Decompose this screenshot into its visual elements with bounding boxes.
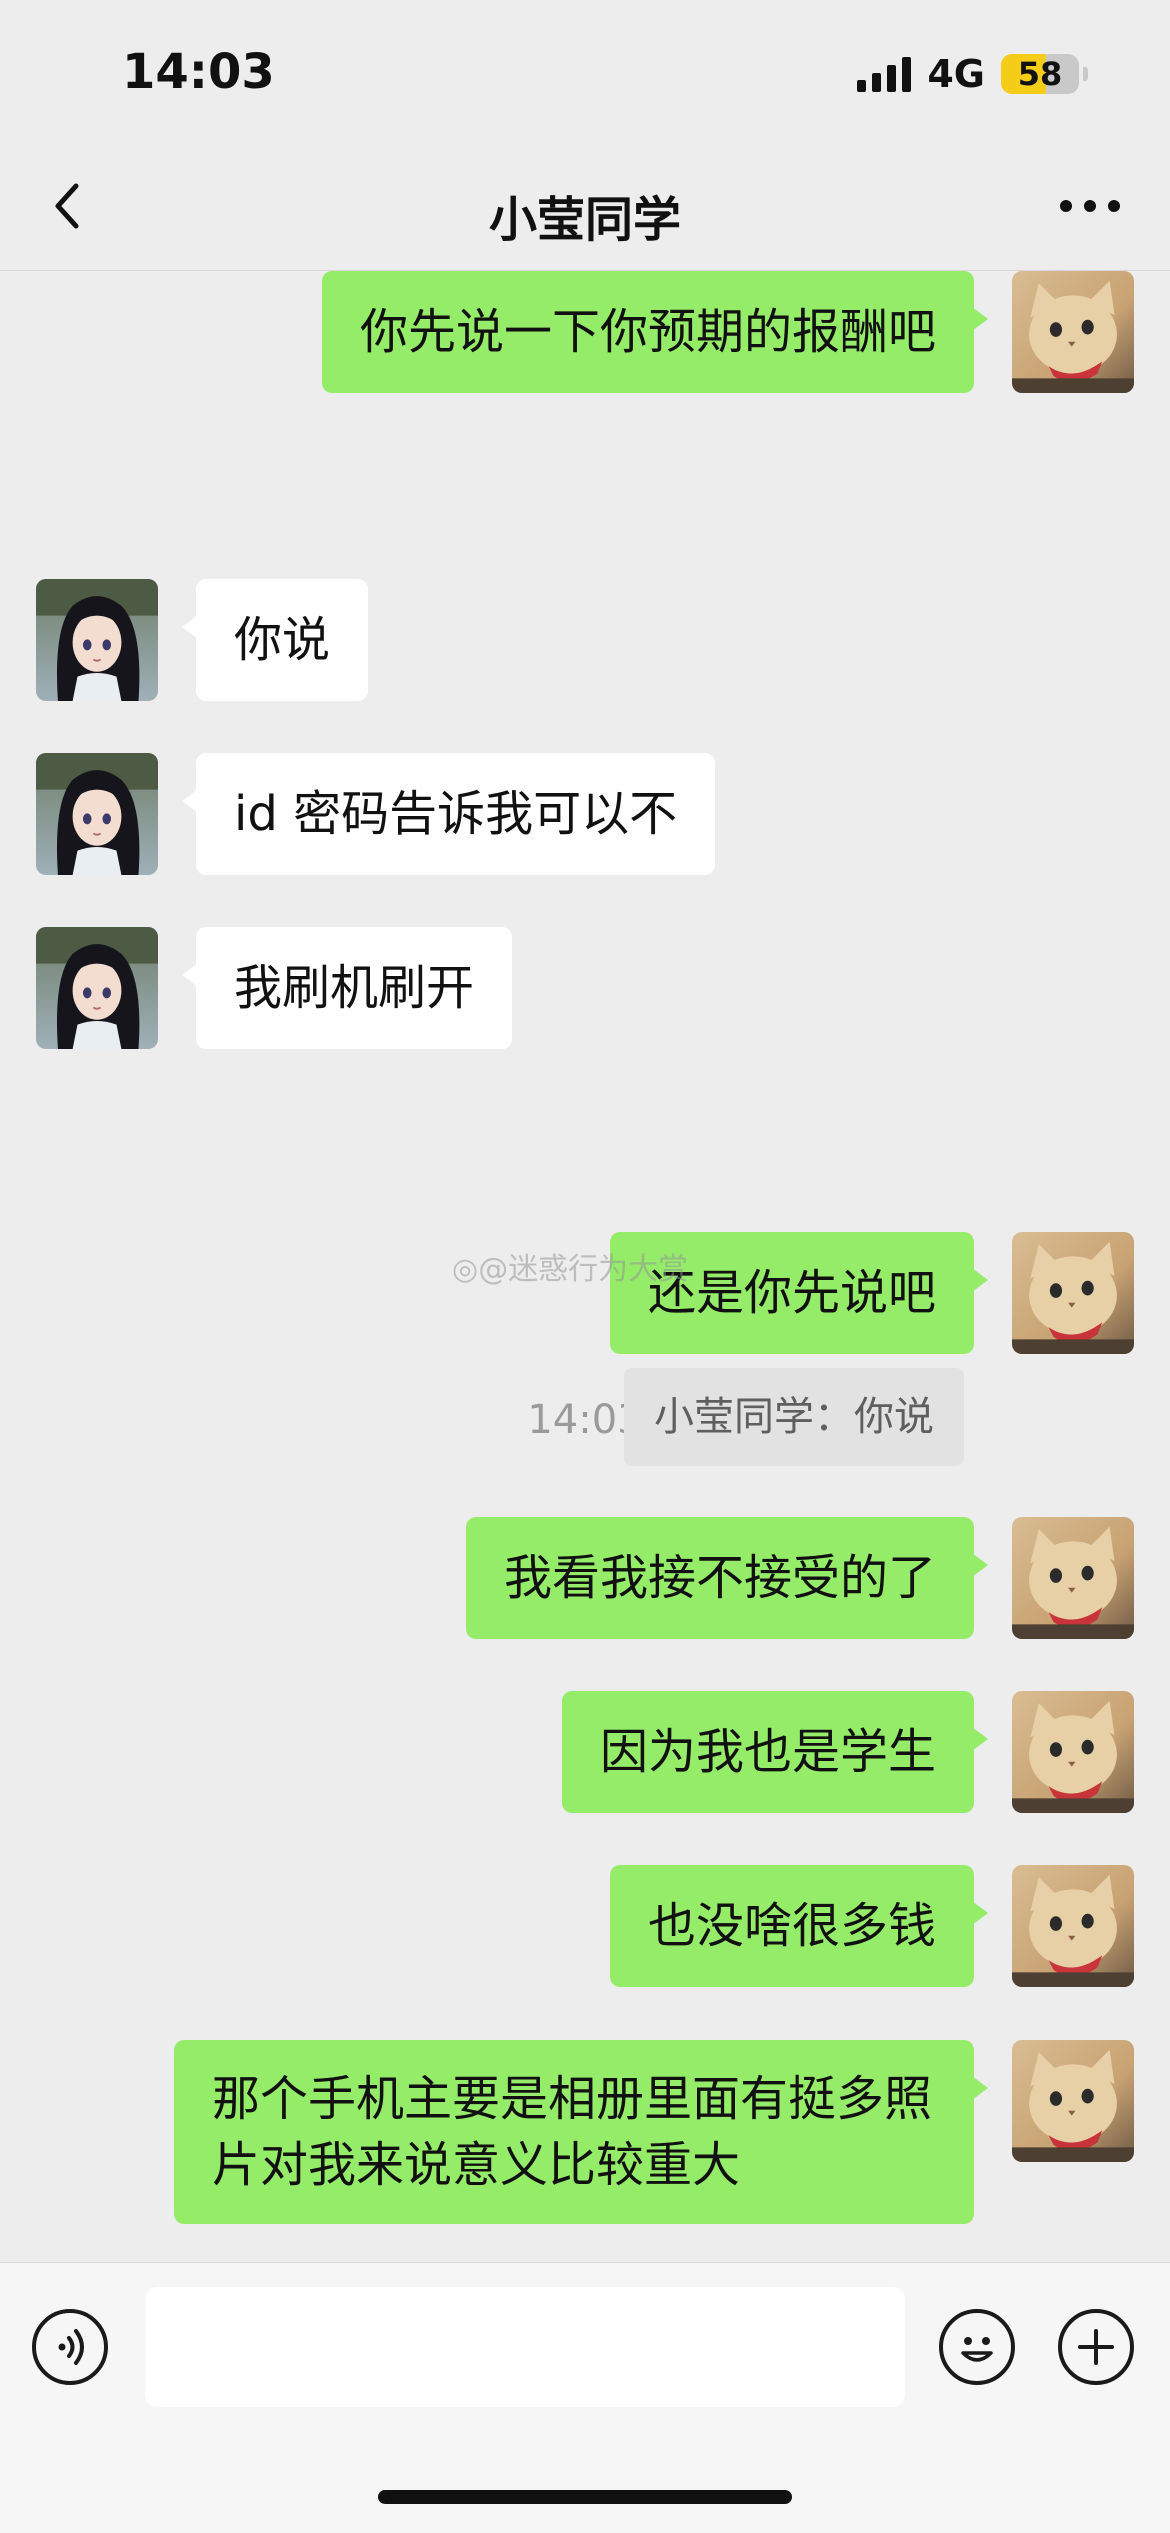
my-avatar[interactable] xyxy=(1012,1691,1134,1813)
contact-avatar[interactable] xyxy=(36,579,158,701)
emoji-button[interactable] xyxy=(939,2309,1015,2385)
message-bubble-received[interactable]: 你说 xyxy=(181,579,369,701)
voice-button[interactable] xyxy=(32,2309,108,2385)
quoted-message[interactable]: 小莹同学：你说 xyxy=(624,1368,964,1466)
status-indicators: 4G 58 xyxy=(857,52,1088,96)
battery-level: 58 xyxy=(1017,55,1063,93)
chat-title: 小莹同学 xyxy=(488,192,681,248)
plus-icon xyxy=(1078,2329,1114,2365)
more-dots-icon xyxy=(1060,200,1072,212)
message-bubble-sent[interactable]: 因为我也是学生 xyxy=(561,1691,989,1813)
voice-icon xyxy=(58,2329,84,2365)
signal-icon xyxy=(857,56,912,92)
contact-avatar[interactable] xyxy=(36,753,158,875)
message-input[interactable] xyxy=(145,2287,905,2407)
more-button[interactable] xyxy=(1060,196,1120,216)
my-avatar[interactable] xyxy=(1012,2040,1134,2162)
my-avatar[interactable] xyxy=(1012,1865,1134,1987)
nav-bar: 小莹同学 xyxy=(0,150,1170,271)
message-bubble-sent[interactable]: 那个手机主要是相册里面有挺多照片对我来说意义比较重大 xyxy=(174,2040,988,2224)
message-bubble-sent[interactable]: 你先说一下你预期的报酬吧 xyxy=(321,271,989,393)
weibo-icon: ◎ xyxy=(452,1252,479,1287)
status-bar: 14:03 4G 58 xyxy=(0,0,1170,150)
message-bubble-sent[interactable]: 也没啥很多钱 xyxy=(609,1865,989,1987)
watermark-text: @迷惑行为大赏 xyxy=(478,1252,689,1287)
home-indicator[interactable] xyxy=(378,2490,792,2504)
my-avatar[interactable] xyxy=(1012,1232,1134,1354)
plus-button[interactable] xyxy=(1058,2309,1134,2385)
message-bubble-sent[interactable]: 我看我接不接受的了 xyxy=(465,1517,989,1639)
my-avatar[interactable] xyxy=(1012,1517,1134,1639)
emoji-icon xyxy=(961,2337,993,2362)
battery-icon: 58 xyxy=(1001,54,1079,94)
battery-cap xyxy=(1083,67,1088,81)
my-avatar[interactable] xyxy=(1012,271,1134,393)
message-bubble-received[interactable]: 我刷机刷开 xyxy=(181,927,513,1049)
status-time: 14:03 xyxy=(122,44,275,100)
contact-avatar[interactable] xyxy=(36,927,158,1049)
message-timestamp: 14:03 xyxy=(527,1397,643,1443)
message-bubble-received[interactable]: id 密码告诉我可以不 xyxy=(181,753,716,875)
network-type: 4G xyxy=(927,52,985,96)
watermark: ◎@迷惑行为大赏 xyxy=(452,1244,688,1288)
